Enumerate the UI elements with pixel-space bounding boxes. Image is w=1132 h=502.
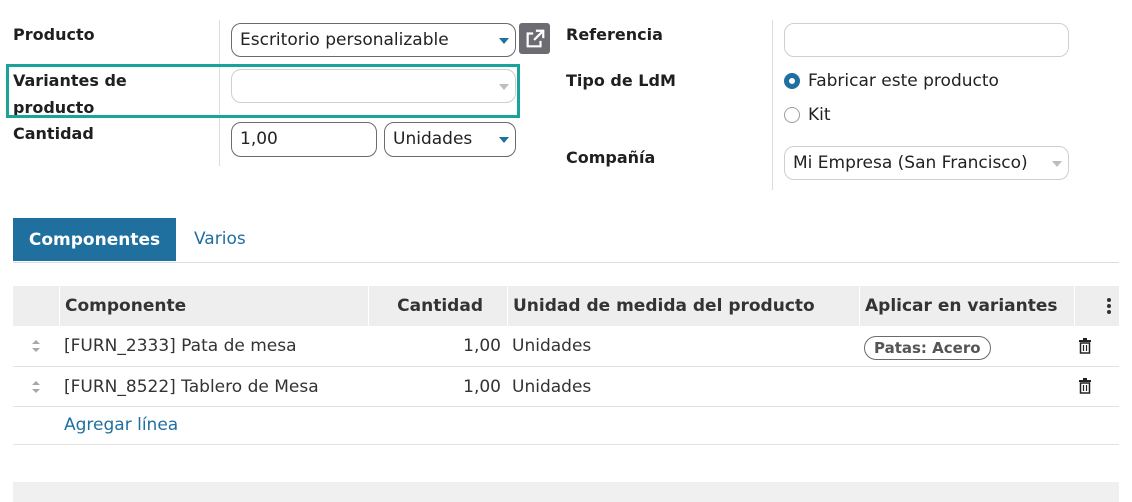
column-separator <box>59 286 60 326</box>
header-quantity[interactable]: Cantidad <box>368 286 483 326</box>
add-line-row <box>13 407 1119 445</box>
reference-label: Referencia <box>566 25 663 44</box>
add-line-link[interactable]: Agregar línea <box>64 415 178 435</box>
variants-highlight-box <box>6 64 520 118</box>
row-component[interactable]: [FURN_8522] Tablero de Mesa <box>64 376 319 398</box>
external-link-icon <box>526 29 544 47</box>
company-value: Mi Empresa (San Francisco) <box>793 153 1028 173</box>
radio-manufacture-label: Fabricar este producto <box>808 71 999 91</box>
trash-icon[interactable] <box>1078 378 1092 394</box>
company-label: Compañía <box>566 148 656 167</box>
row-component[interactable]: [FURN_2333] Pata de mesa <box>64 335 297 357</box>
radio-manufacture[interactable] <box>784 73 800 89</box>
tab-divider <box>13 262 1119 263</box>
company-select[interactable]: Mi Empresa (San Francisco) <box>784 146 1069 180</box>
header-uom[interactable]: Unidad de medida del producto <box>513 286 815 326</box>
drag-handle-icon[interactable] <box>30 338 42 354</box>
external-link-button[interactable] <box>519 23 550 54</box>
column-separator <box>507 286 508 326</box>
uom-select[interactable]: Unidades <box>384 122 516 157</box>
uom-value: Unidades <box>393 129 473 149</box>
quantity-input[interactable]: 1,00 <box>231 122 377 157</box>
row-quantity[interactable]: 1,00 <box>380 335 501 357</box>
column-separator <box>859 286 860 326</box>
radio-kit-label: Kit <box>808 105 831 125</box>
product-select-value: Escritorio personalizable <box>240 30 449 50</box>
chevron-down-icon <box>499 137 509 143</box>
quantity-label: Cantidad <box>13 124 94 143</box>
row-uom[interactable]: Unidades <box>512 376 591 398</box>
header-component[interactable]: Componente <box>65 286 186 326</box>
tab-misc[interactable]: Varios <box>194 229 246 249</box>
reference-input[interactable] <box>784 23 1069 57</box>
product-select[interactable]: Escritorio personalizable <box>231 23 516 57</box>
tab-components[interactable]: Componentes <box>13 218 176 261</box>
trash-icon[interactable] <box>1078 338 1092 354</box>
right-column-divider <box>772 20 773 190</box>
header-apply-variants[interactable]: Aplicar en variantes <box>865 286 1058 326</box>
chevron-down-icon <box>1052 161 1062 167</box>
footer-bar <box>13 482 1119 502</box>
radio-kit[interactable] <box>784 107 800 123</box>
quantity-value: 1,00 <box>240 129 278 149</box>
options-kebab-icon[interactable] <box>1106 297 1112 315</box>
product-label: Producto <box>13 25 95 44</box>
chevron-down-icon <box>499 38 509 44</box>
row-uom[interactable]: Unidades <box>512 335 591 357</box>
drag-handle-icon[interactable] <box>30 379 42 395</box>
bom-type-label: Tipo de LdM <box>566 71 676 90</box>
row-quantity[interactable]: 1,00 <box>380 376 501 398</box>
column-separator <box>1074 286 1075 326</box>
variant-tag-badge: Patas: Acero <box>864 336 991 360</box>
